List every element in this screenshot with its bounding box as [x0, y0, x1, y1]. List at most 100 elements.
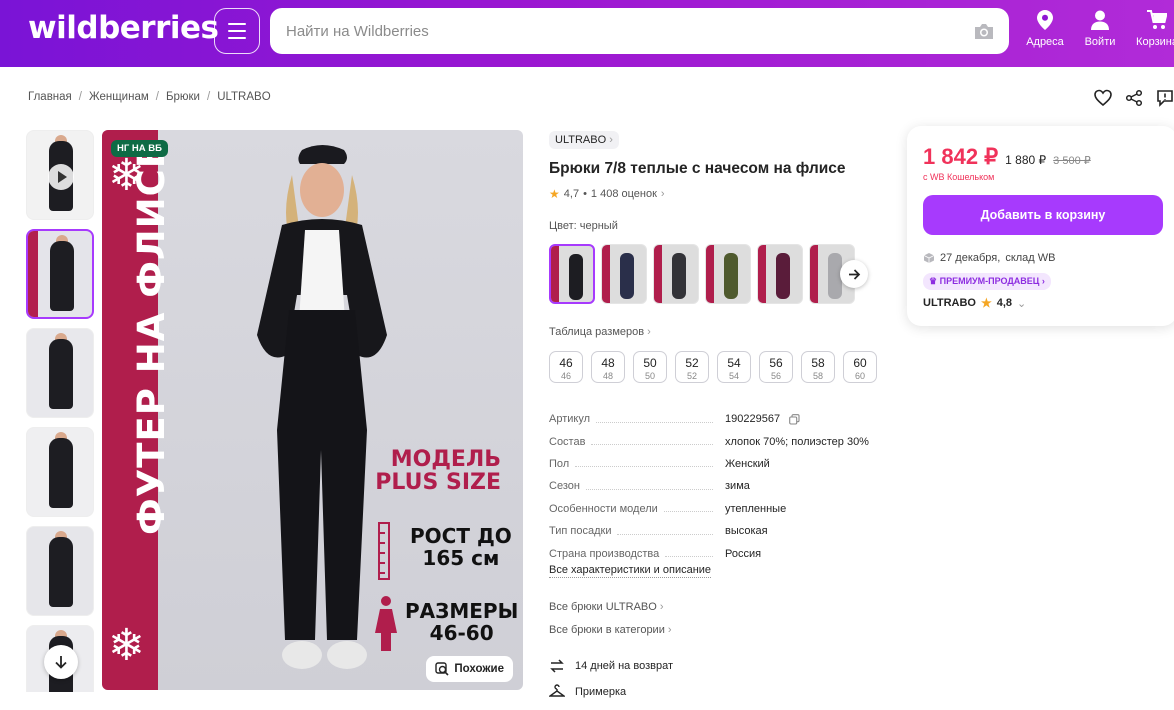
breadcrumb-separator: / [155, 91, 159, 103]
catalog-menu-button[interactable] [214, 8, 260, 54]
model-line-2: PLUS SIZE [375, 470, 501, 495]
cart-icon [1147, 10, 1167, 29]
breadcrumb-item[interactable]: Женщинам [89, 91, 149, 103]
delivery-info: 27 декабря, склад WB [923, 252, 1055, 264]
thumbnails-scroll-down-button[interactable] [44, 645, 78, 679]
login-label: Войти [1084, 36, 1116, 48]
swatch-figure [569, 254, 583, 300]
spec-row: Особенности модели утепленные [549, 498, 889, 520]
color-swatch[interactable] [601, 244, 647, 304]
size-table-link[interactable]: Таблица размеров › [549, 326, 651, 338]
swatches-next-button[interactable] [840, 260, 868, 288]
share-icon[interactable] [1125, 89, 1143, 107]
thumbnail-video[interactable] [26, 130, 94, 220]
thumbnail-image[interactable] [26, 526, 94, 616]
specs-table: Артикул 190229567 Состав хлопок 70%; полиэс… [549, 408, 889, 565]
size-option[interactable]: 52 52 [675, 351, 709, 383]
thumbnail-image[interactable] [26, 328, 94, 418]
delivery-date: 27 декабря, [940, 252, 1001, 264]
color-swatch[interactable] [757, 244, 803, 304]
search-input[interactable] [286, 8, 946, 54]
size-value: 50 [643, 356, 657, 370]
size-option[interactable]: 56 56 [759, 351, 793, 383]
spec-leader-dots [617, 533, 714, 535]
size-ru-value: 50 [644, 371, 655, 381]
size-ru-value: 58 [812, 371, 823, 381]
user-icon [1091, 10, 1109, 30]
size-option[interactable]: 60 60 [843, 351, 877, 383]
all-specs-link[interactable]: Все характеристики и описание [549, 564, 712, 578]
woman-silhouette-icon [375, 596, 397, 651]
login-button[interactable]: Войти [1070, 10, 1130, 48]
spec-key: Тип посадки [549, 525, 612, 538]
swatch-figure [620, 253, 634, 299]
spec-value: зима [725, 480, 750, 493]
breadcrumb-item[interactable]: Брюки [166, 91, 200, 103]
size-value: 54 [727, 356, 741, 370]
swatch-band [758, 245, 766, 303]
sizes-line-1: РАЗМЕРЫ [405, 599, 519, 623]
wildberries-logo[interactable]: wildberries [28, 10, 219, 46]
return-label: 14 дней на возврат [575, 660, 673, 672]
spec-value: высокая [725, 525, 768, 538]
cart-button[interactable]: Корзина [1127, 10, 1174, 48]
all-brand-link[interactable]: Все брюки ULTRABO › [549, 601, 664, 613]
main-product-image[interactable]: ФУТЕР НА ФЛИСЕ НГ НА ВБ ❄ ❄ МОДЕЛЬ PLUS S… [102, 130, 523, 690]
star-icon: ★ [549, 187, 560, 201]
all-category-link[interactable]: Все брюки в категории › [549, 624, 672, 636]
spec-key: Особенности модели [549, 502, 658, 515]
breadcrumb-item[interactable]: Главная [28, 91, 72, 103]
snowflake-icon: ❄ [108, 621, 145, 670]
size-selector: 46 46 48 48 50 50 52 52 54 54 56 56 58 58 60 60 [549, 351, 877, 383]
spec-key: Сезон [549, 480, 580, 493]
arrow-right-icon [848, 268, 860, 280]
address-label: Адреса [1026, 36, 1064, 48]
size-option[interactable]: 50 50 [633, 351, 667, 383]
size-ru-value: 48 [602, 371, 613, 381]
thumbnail-image[interactable] [26, 229, 94, 319]
heart-icon[interactable] [1094, 89, 1112, 107]
product-rating[interactable]: ★ 4,7 • 1 408 оценок › [549, 187, 889, 201]
spec-leader-dots [591, 444, 714, 446]
return-feature: 14 дней на возврат [549, 658, 673, 674]
seller-link[interactable]: ULTRABO ★ 4,8 ⌄ [923, 296, 1026, 310]
product-actions [1094, 89, 1174, 107]
search-similar-icon [435, 662, 449, 676]
report-icon[interactable] [1156, 89, 1174, 107]
size-option[interactable]: 54 54 [717, 351, 751, 383]
address-button[interactable]: Адреса [1015, 10, 1075, 48]
spec-row: Страна производства Россия [549, 542, 889, 564]
similar-button[interactable]: Похожие [426, 656, 513, 682]
regular-price: 1 880 ₽ [1005, 153, 1047, 167]
camera-icon[interactable] [973, 21, 995, 41]
chevron-right-icon: › [667, 624, 672, 636]
spec-leader-dots [585, 488, 713, 490]
size-option[interactable]: 58 58 [801, 351, 835, 383]
chevron-down-icon: ⌄ [1017, 297, 1027, 310]
color-swatch[interactable] [705, 244, 751, 304]
size-option[interactable]: 48 48 [591, 351, 625, 383]
add-to-cart-button[interactable]: Добавить в корзину [923, 195, 1163, 235]
color-swatch[interactable] [549, 244, 595, 304]
thumbnail-image[interactable] [26, 427, 94, 517]
spec-value: утепленные [725, 502, 787, 515]
wallet-note[interactable]: с WB Кошельком [923, 172, 994, 182]
image-band-text: ФУТЕР НА ФЛИСЕ [130, 141, 173, 535]
color-swatch[interactable] [653, 244, 699, 304]
premium-seller-badge[interactable]: ♛ ПРЕМИУМ-ПРОДАВЕЦ › [923, 273, 1051, 290]
swatch-band [551, 246, 559, 302]
swatch-figure [776, 253, 790, 299]
size-ru-value: 54 [728, 371, 739, 381]
size-ru-value: 60 [854, 371, 865, 381]
height-label: РОСТ ДО 165 см [410, 525, 512, 569]
brand-link[interactable]: ULTRABO › [549, 131, 619, 149]
spec-value: Россия [725, 547, 762, 560]
size-option[interactable]: 46 46 [549, 351, 583, 383]
premium-seller-label: ПРЕМИУМ-ПРОДАВЕЦ [939, 276, 1040, 286]
breadcrumb-item[interactable]: ULTRABO [217, 91, 270, 103]
size-ru-value: 56 [770, 371, 781, 381]
copy-icon[interactable] [789, 414, 800, 425]
swatch-band [810, 245, 818, 303]
brand-name: ULTRABO [555, 134, 607, 146]
size-value: 46 [559, 356, 573, 370]
